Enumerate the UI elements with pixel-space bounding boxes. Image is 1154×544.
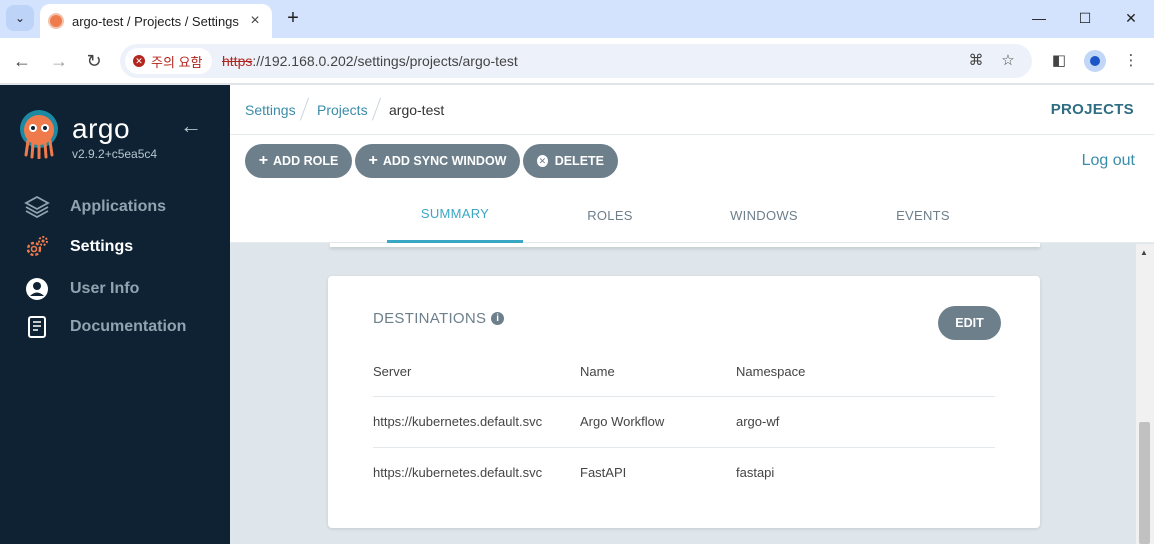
url-scheme: https [222, 53, 253, 69]
breadcrumb-separator [299, 97, 310, 121]
tab-summary[interactable]: SUMMARY [387, 187, 523, 243]
sidebar: argo v2.9.2+c5ea5c4 ← Applications Setti… [0, 85, 230, 544]
breadcrumb-projects[interactable]: Projects [317, 102, 368, 118]
table-row: https://kubernetes.default.svc FastAPI f… [373, 447, 995, 498]
layers-icon [24, 194, 50, 220]
scroll-thumb[interactable] [1139, 422, 1150, 544]
collapse-sidebar-arrow-icon[interactable]: ← [180, 113, 202, 139]
sidebar-item-label: Settings [70, 238, 134, 255]
argo-octopus-logo-icon [20, 110, 58, 159]
browser-tab[interactable]: argo-test / Projects / Settings × [40, 4, 272, 38]
action-bar: + ADD ROLE + ADD SYNC WINDOW ✕ DELETE Lo… [230, 135, 1154, 187]
tab-title: argo-test / Projects / Settings [72, 13, 239, 29]
book-icon [24, 314, 50, 340]
more-menu-icon[interactable]: ⋮ [1120, 50, 1142, 72]
security-warning-label: 주의 요함 [151, 54, 203, 70]
tab-events[interactable]: EVENTS [855, 187, 991, 243]
add-sync-window-button[interactable]: + ADD SYNC WINDOW [355, 144, 520, 178]
page-section-title: PROJECTS [1050, 101, 1134, 118]
maximize-icon[interactable]: ☐ [1062, 4, 1108, 32]
sidebar-item-settings[interactable]: Settings [24, 232, 224, 262]
add-role-label: ADD ROLE [273, 154, 339, 168]
sidebar-item-documentation[interactable]: Documentation [24, 312, 224, 342]
breadcrumb-separator [371, 97, 382, 121]
user-icon [24, 276, 50, 302]
destination-server: https://kubernetes.default.svc [373, 414, 543, 429]
destinations-title-text: DESTINATIONS [373, 310, 487, 327]
gears-icon [24, 234, 50, 260]
breadcrumb-current: argo-test [389, 102, 445, 118]
url-text[interactable]: https://192.168.0.202/settings/projects/… [222, 53, 518, 69]
sidebar-item-user-info[interactable]: User Info [24, 274, 224, 304]
close-window-icon[interactable]: ✕ [1108, 4, 1154, 32]
forward-arrow-icon[interactable]: → [46, 48, 72, 74]
page-header: Settings Projects argo-test PROJECTS [230, 85, 1154, 135]
reload-icon[interactable]: ↻ [81, 48, 107, 74]
page-tabs: SUMMARY ROLES WINDOWS EVENTS [230, 187, 1154, 243]
delete-label: DELETE [554, 154, 604, 168]
minimize-icon[interactable]: — [1016, 4, 1062, 32]
page-scrollbar[interactable]: ▲ [1136, 244, 1154, 544]
plus-icon: + [258, 152, 269, 169]
warning-x-icon: ✕ [133, 55, 145, 67]
sidebar-item-applications[interactable]: Applications [24, 192, 224, 222]
column-header-server: Server [373, 364, 412, 379]
info-icon[interactable]: i [491, 312, 505, 325]
add-sync-window-label: ADD SYNC WINDOW [382, 154, 507, 168]
sidebar-item-label: Applications [70, 198, 167, 215]
profile-avatar-icon[interactable] [1084, 50, 1106, 72]
browser-tab-bar: ⌄ argo-test / Projects / Settings × + — … [0, 0, 1154, 38]
column-header-namespace: Namespace [736, 364, 806, 379]
security-warning-chip[interactable]: ✕ 주의 요함 [125, 48, 213, 74]
column-header-name: Name [580, 364, 615, 379]
bookmark-star-icon[interactable]: ☆ [998, 51, 1018, 71]
url-path: ://192.168.0.202/settings/projects/argo-… [252, 53, 518, 69]
destination-namespace: argo-wf [736, 414, 780, 429]
scroll-up-arrow-icon[interactable]: ▲ [1140, 248, 1148, 257]
delete-button[interactable]: ✕ DELETE [523, 144, 618, 178]
destination-name: FastAPI [580, 465, 627, 480]
destination-server: https://kubernetes.default.svc [373, 465, 543, 480]
plus-icon: + [368, 152, 378, 169]
add-role-button[interactable]: + ADD ROLE [245, 144, 352, 178]
translate-icon[interactable]: ⌘ [966, 51, 986, 71]
tab-search-chevron-icon[interactable]: ⌄ [6, 5, 34, 31]
destination-namespace: fastapi [736, 465, 775, 480]
side-panel-icon[interactable]: ◧ [1048, 50, 1070, 72]
new-tab-plus-icon[interactable]: + [282, 7, 304, 29]
sidebar-item-label: Documentation [70, 318, 187, 335]
destinations-title: DESTINATIONS i [373, 310, 505, 327]
breadcrumb-settings[interactable]: Settings [245, 102, 296, 118]
destinations-card: DESTINATIONS i EDIT Server Name Namespac… [328, 276, 1040, 528]
browser-toolbar: ← → ↻ ✕ 주의 요함 https://192.168.0.202/sett… [0, 38, 1154, 84]
delete-x-icon: ✕ [537, 155, 548, 167]
logout-link[interactable]: Log out [1082, 152, 1135, 170]
back-arrow-icon[interactable]: ← [9, 48, 35, 74]
app-version: v2.9.2+c5ea5c4 [72, 147, 158, 161]
sidebar-item-label: User Info [70, 280, 140, 297]
table-row: https://kubernetes.default.svc Argo Work… [373, 396, 995, 447]
argo-favicon-icon [48, 13, 64, 29]
brand-name: argo [72, 113, 131, 144]
tab-windows[interactable]: WINDOWS [696, 187, 832, 243]
tab-roles[interactable]: ROLES [542, 187, 678, 243]
tab-close-icon[interactable]: × [246, 12, 264, 30]
edit-destinations-button[interactable]: EDIT [938, 306, 1001, 340]
destination-name: Argo Workflow [580, 414, 665, 429]
previous-card-edge [330, 243, 1040, 247]
address-bar[interactable]: ✕ 주의 요함 https://192.168.0.202/settings/p… [120, 44, 1032, 78]
